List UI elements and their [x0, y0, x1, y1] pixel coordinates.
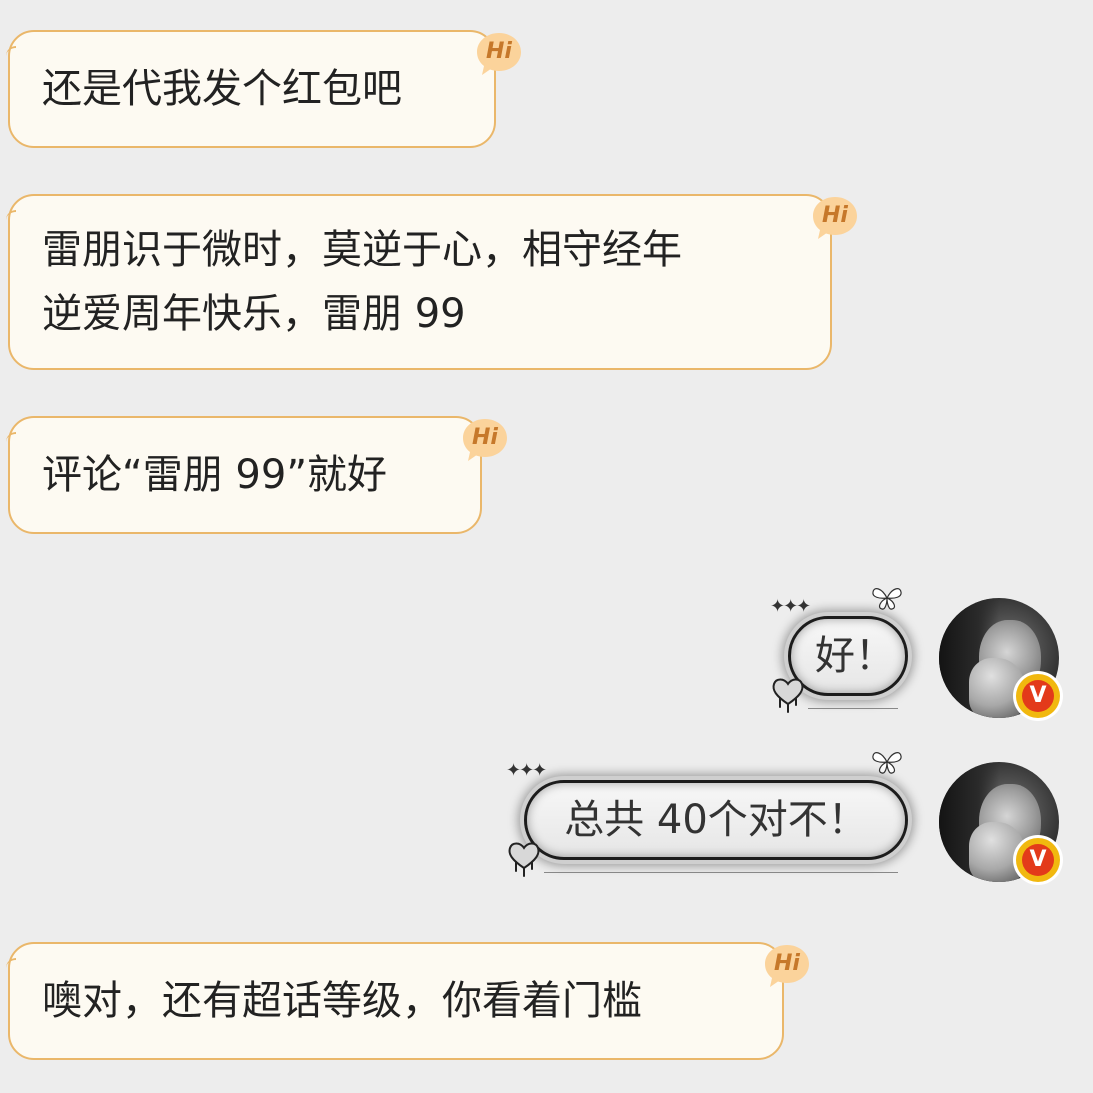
message-bubble-incoming[interactable]: 评论“雷朋 99”就好 [6, 416, 482, 534]
butterfly-icon [872, 588, 902, 610]
hi-badge-label: Hi [486, 39, 512, 64]
hi-badge-icon: Hi [460, 416, 510, 466]
melting-heart-icon [772, 678, 804, 713]
decorative-line [808, 708, 898, 709]
hi-badge-icon: Hi [810, 194, 860, 244]
message-bubble-incoming[interactable]: 雷朋识于微时，莫逆于心，相守经年 逆爱周年快乐，雷朋 99 [6, 194, 832, 370]
message-bubble-outgoing[interactable]: 好！ [788, 616, 908, 696]
melting-heart-icon [508, 842, 540, 877]
verified-v-icon: V [1016, 674, 1060, 718]
decorative-line [544, 872, 898, 873]
message-text: 好！ [815, 633, 895, 679]
verified-v-icon: V [1016, 838, 1060, 882]
hi-badge-icon: Hi [762, 942, 812, 992]
hi-badge-label: Hi [774, 951, 800, 976]
message-bubble-incoming[interactable]: 噢对，还有超话等级，你看着门槛 [6, 942, 784, 1060]
message-text: 评论“雷朋 99”就好 [42, 452, 388, 498]
sparkle-icon: ✦✦✦ [506, 760, 547, 781]
sparkle-icon: ✦✦✦ [770, 596, 811, 617]
hi-badge-label: Hi [822, 203, 848, 228]
message-text-line: 逆爱周年快乐，雷朋 99 [42, 291, 466, 337]
bubble-tail [6, 958, 16, 970]
message-text: 总共 40个对不！ [564, 797, 868, 843]
bubble-tail [6, 210, 16, 222]
message-text: 噢对，还有超话等级，你看着门槛 [42, 978, 642, 1024]
bubble-tail [6, 432, 16, 444]
message-text: 还是代我发个红包吧 [42, 66, 402, 112]
message-bubble-incoming[interactable]: 还是代我发个红包吧 [6, 30, 496, 148]
message-text-line: 雷朋识于微时，莫逆于心，相守经年 [42, 227, 682, 273]
hi-badge-label: Hi [472, 425, 498, 450]
butterfly-icon [872, 752, 902, 774]
bubble-tail [6, 46, 16, 58]
message-bubble-outgoing[interactable]: 总共 40个对不！ [524, 780, 908, 860]
hi-badge-icon: Hi [474, 30, 524, 80]
